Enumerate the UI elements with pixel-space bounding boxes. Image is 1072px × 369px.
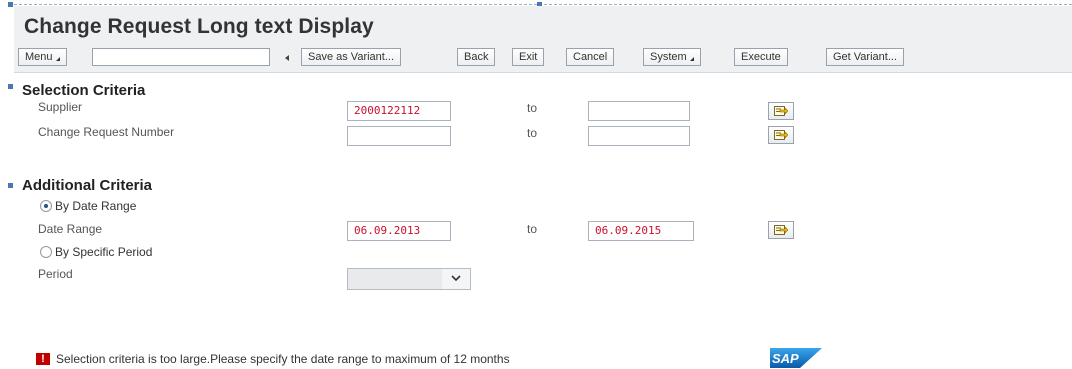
period-dropdown[interactable]: [347, 268, 471, 290]
date-range-to-input[interactable]: 06.09.2015: [588, 221, 694, 241]
chevron-down-icon: [451, 275, 461, 282]
by-date-range-radio[interactable]: [40, 200, 52, 212]
system-caret-icon: [689, 57, 694, 61]
save-as-variant-button[interactable]: Save as Variant...: [301, 48, 402, 66]
change-request-to-label: to: [527, 126, 538, 140]
supplier-from-input[interactable]: 2000122112: [347, 101, 451, 121]
change-request-multiple-selection-button[interactable]: [768, 126, 794, 144]
back-button[interactable]: Back: [457, 48, 496, 66]
error-icon: !: [36, 353, 50, 365]
date-range-to-label: to: [527, 222, 538, 236]
sap-logo: SAP: [770, 348, 822, 368]
date-range-label: Date Range: [38, 222, 103, 236]
selection-criteria-title: Selection Criteria: [22, 82, 146, 99]
change-request-number-label: Change Request Number: [38, 125, 175, 139]
additional-criteria-title: Additional Criteria: [22, 177, 153, 194]
menu-button-label: Menu: [25, 51, 53, 63]
system-button-label: System: [650, 51, 687, 63]
corner-marker: [8, 84, 13, 89]
date-range-from-input[interactable]: 06.09.2013: [347, 221, 451, 241]
change-request-to-input[interactable]: [588, 126, 690, 146]
change-request-from-input[interactable]: [347, 126, 451, 146]
supplier-to-label: to: [527, 101, 538, 115]
collapse-arrow-icon[interactable]: [285, 55, 289, 61]
period-label: Period: [38, 267, 73, 281]
multiple-selection-icon: [774, 225, 788, 235]
status-message[interactable]: Selection criteria is too large.Please s…: [56, 352, 510, 366]
multiple-selection-icon: [774, 106, 788, 116]
date-range-multiple-selection-button[interactable]: [768, 221, 794, 239]
supplier-to-input[interactable]: [588, 101, 690, 121]
period-dropdown-toggle[interactable]: [442, 269, 470, 289]
get-variant-button[interactable]: Get Variant...: [826, 48, 904, 66]
menu-button[interactable]: Menu: [18, 48, 67, 66]
system-button[interactable]: System: [643, 48, 701, 66]
title-bar: Change Request Long text Display: [14, 6, 1072, 44]
supplier-label: Supplier: [38, 100, 83, 114]
exit-button[interactable]: Exit: [512, 48, 545, 66]
top-divider: [14, 4, 1072, 5]
command-field[interactable]: [92, 48, 270, 66]
multiple-selection-icon: [774, 130, 788, 140]
execute-button[interactable]: Execute: [734, 48, 788, 66]
corner-marker: [8, 2, 13, 7]
corner-marker: [8, 183, 13, 188]
sap-logo-text: SAP: [772, 351, 799, 366]
menu-caret-icon: [55, 57, 60, 61]
by-date-range-label: By Date Range: [55, 199, 137, 213]
cancel-button[interactable]: Cancel: [566, 48, 615, 66]
supplier-multiple-selection-button[interactable]: [768, 102, 794, 120]
by-specific-period-radio[interactable]: [40, 246, 52, 258]
by-specific-period-label: By Specific Period: [55, 245, 153, 259]
sap-screen: Change Request Long text Display Menu Sa…: [0, 0, 1072, 369]
page-title: Change Request Long text Display: [24, 15, 374, 38]
application-toolbar: Menu Save as Variant... Back Exit Cancel…: [14, 44, 1072, 73]
